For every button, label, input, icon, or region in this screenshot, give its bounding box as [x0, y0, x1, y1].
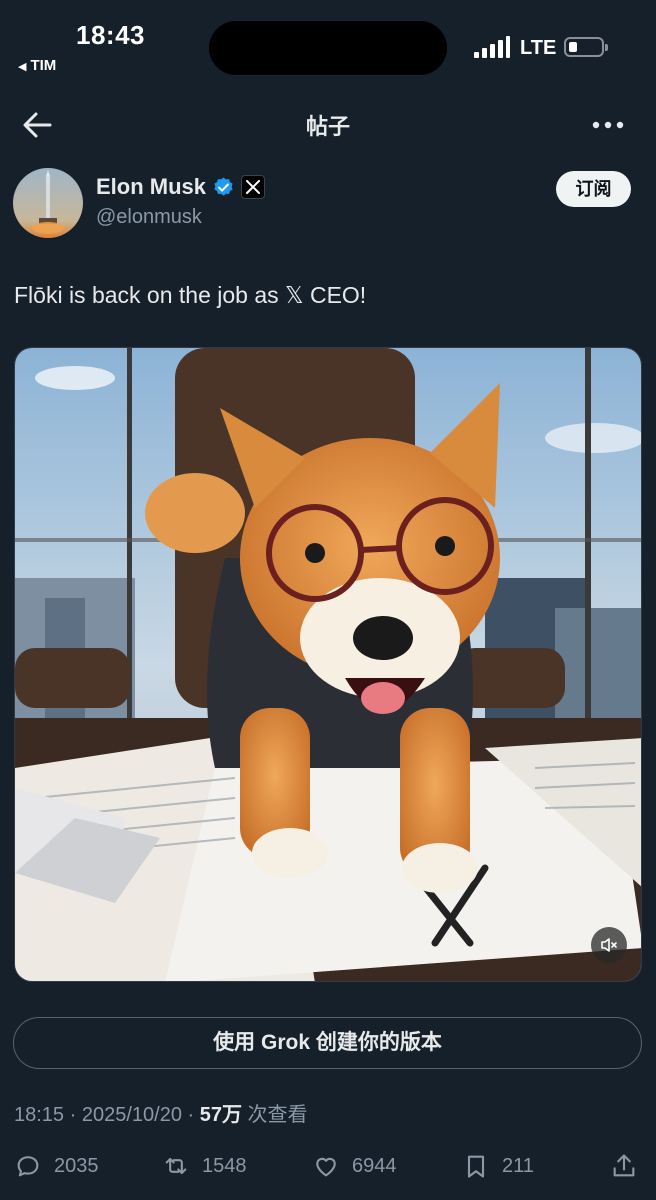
status-bar: 18:43 ◀ TIM LTE — [0, 0, 656, 90]
triangle-left-icon: ◀ — [18, 61, 27, 73]
reply-button[interactable]: 2035 — [14, 1148, 99, 1184]
battery-icon — [564, 37, 608, 57]
post-text-x: 𝕏 — [285, 282, 304, 308]
mute-icon[interactable] — [591, 927, 627, 963]
bookmark-button[interactable]: 211 — [462, 1148, 534, 1184]
grok-create-button[interactable]: 使用 Grok 创建你的版本 — [13, 1017, 642, 1069]
action-bar: 2035 1548 6944 211 — [0, 1148, 656, 1184]
network-type: LTE — [520, 37, 557, 59]
more-horizontal-icon[interactable] — [588, 109, 628, 141]
like-button[interactable]: 6944 — [312, 1148, 397, 1184]
author-display-name[interactable]: Elon Musk — [96, 174, 206, 200]
view-label: 次查看 — [241, 1104, 308, 1126]
post-header: 帖子 — [0, 95, 656, 155]
post-date: 2025/10/20 — [81, 1104, 182, 1126]
author-name-row: Elon Musk — [96, 174, 266, 200]
share-button[interactable] — [610, 1148, 638, 1184]
reply-icon — [17, 1156, 39, 1177]
author-handle[interactable]: @elonmusk — [96, 206, 202, 229]
subscribe-button[interactable]: 订阅 — [556, 171, 631, 207]
verified-badge-icon — [212, 176, 235, 199]
signal-icon — [474, 36, 510, 58]
status-time: 18:43 — [76, 20, 145, 50]
post-time: 18:15 — [14, 1104, 65, 1126]
bookmark-icon — [467, 1155, 485, 1178]
bookmark-count: 211 — [502, 1154, 534, 1177]
heart-icon — [316, 1157, 336, 1177]
back-app-label: TIM — [30, 57, 57, 74]
like-count: 6944 — [352, 1154, 397, 1177]
share-icon — [613, 1154, 635, 1177]
avatar[interactable] — [13, 168, 83, 238]
repost-button[interactable]: 1548 — [162, 1148, 247, 1184]
reply-count: 2035 — [54, 1154, 99, 1177]
post-text-before: Flōki is back on the job as — [14, 282, 286, 308]
post-video[interactable] — [14, 347, 642, 982]
post-text: Flōki is back on the job as 𝕏 CEO! — [14, 282, 366, 309]
x-logo-icon — [241, 175, 266, 199]
repost-count: 1548 — [202, 1154, 247, 1177]
repost-icon — [165, 1157, 187, 1175]
post-text-after: CEO! — [303, 282, 367, 308]
back-to-app[interactable]: ◀ TIM — [18, 57, 56, 74]
dynamic-island — [209, 21, 447, 75]
page-title: 帖子 — [305, 114, 350, 139]
post-meta: 18:15 · 2025/10/20 · 57万 次查看 — [14, 1104, 308, 1126]
view-count: 57万 — [199, 1104, 242, 1126]
